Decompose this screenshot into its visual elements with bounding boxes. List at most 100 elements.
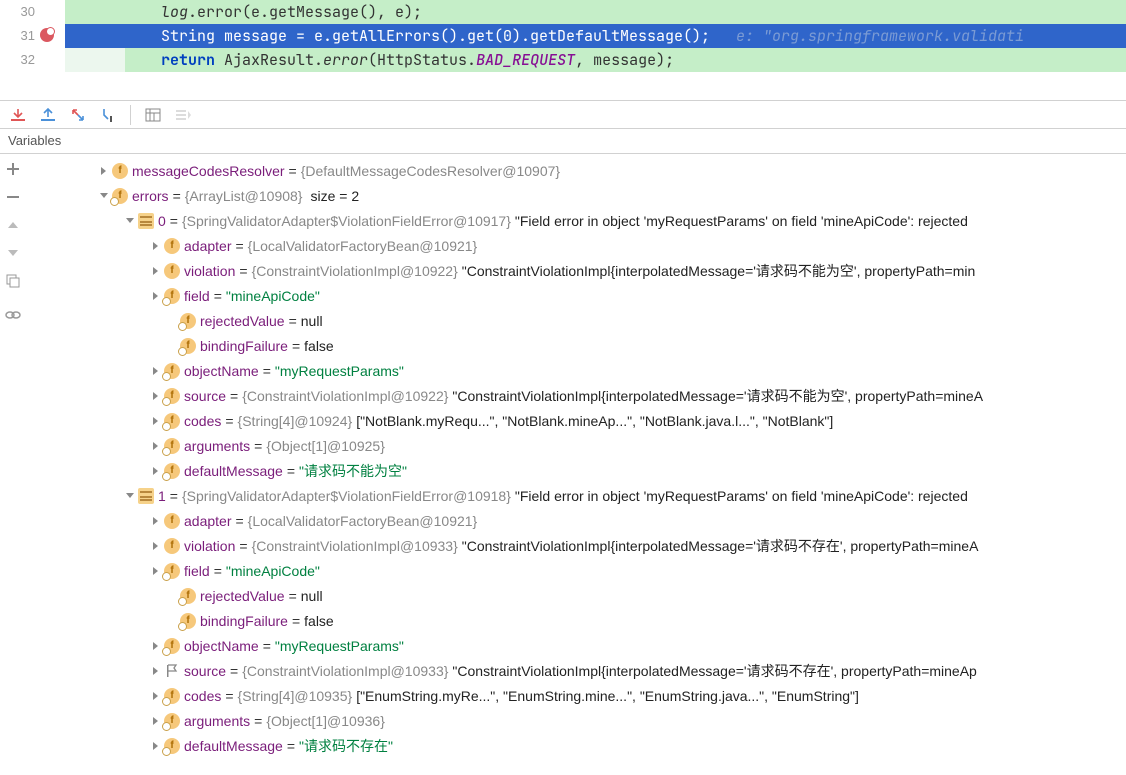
field-icon: f: [164, 288, 180, 304]
tree-node[interactable]: f messageCodesResolver={DefaultMessageCo…: [26, 158, 1126, 183]
tree-node[interactable]: fbindingFailure=false: [26, 608, 1126, 633]
line-number: 30: [0, 0, 65, 24]
expand-icon[interactable]: [148, 263, 164, 279]
tree-node[interactable]: 1={SpringValidatorAdapter$ViolationField…: [26, 483, 1126, 508]
field-icon: f: [180, 338, 196, 354]
debug-toolbar: [0, 100, 1126, 129]
var-value: {ConstraintViolationImpl@10922}: [242, 388, 448, 404]
var-value: "请求码不能为空": [299, 461, 407, 481]
tree-node[interactable]: fviolation={ConstraintViolationImpl@1093…: [26, 533, 1126, 558]
field-icon: f: [164, 463, 180, 479]
var-extra: "ConstraintViolationImpl{interpolatedMes…: [452, 386, 983, 406]
var-value: {ArrayList@10908}: [185, 188, 303, 204]
variables-tree[interactable]: f messageCodesResolver={DefaultMessageCo…: [26, 154, 1126, 774]
tree-node[interactable]: farguments={Object[1]@10936}: [26, 708, 1126, 733]
var-name: defaultMessage: [184, 738, 283, 754]
tree-node[interactable]: frejectedValue=null: [26, 308, 1126, 333]
var-name: field: [184, 288, 210, 304]
trace-current-stream-icon[interactable]: [173, 105, 193, 125]
expand-icon[interactable]: [148, 538, 164, 554]
var-name: messageCodesResolver: [132, 163, 285, 179]
var-value: {String[4]@10924}: [238, 413, 353, 429]
element-icon: [138, 213, 154, 229]
variables-side-gutter: [0, 154, 26, 774]
tree-node[interactable]: fdefaultMessage="请求码不存在": [26, 733, 1126, 758]
tree-node[interactable]: fdefaultMessage="请求码不能为空": [26, 458, 1126, 483]
editor-blank: [0, 72, 1126, 100]
line-number: 32: [0, 48, 65, 72]
var-name: source: [184, 388, 226, 404]
field-icon: f: [164, 363, 180, 379]
var-name: source: [184, 663, 226, 679]
variables-panel: f messageCodesResolver={DefaultMessageCo…: [0, 154, 1126, 774]
field-icon: f: [164, 388, 180, 404]
tree-node[interactable]: source={ConstraintViolationImpl@10933}"C…: [26, 658, 1126, 683]
expand-icon[interactable]: [148, 238, 164, 254]
var-name: codes: [184, 413, 221, 429]
step-out-icon[interactable]: [38, 105, 58, 125]
var-value: false: [304, 338, 334, 354]
breakpoint-icon[interactable]: [40, 28, 54, 42]
tree-node[interactable]: fadapter={LocalValidatorFactoryBean@1092…: [26, 508, 1126, 533]
var-value: {SpringValidatorAdapter$ViolationFieldEr…: [182, 488, 511, 504]
field-icon: f: [164, 238, 180, 254]
var-value: "mineApiCode": [226, 288, 320, 304]
field-icon: f: [180, 313, 196, 329]
expand-icon[interactable]: [148, 513, 164, 529]
inline-hint: e: "org.springframework.validati: [736, 26, 1024, 46]
field-icon: f: [164, 413, 180, 429]
tree-node[interactable]: f errors={ArrayList@10908}size = 2: [26, 183, 1126, 208]
reset-frame-icon[interactable]: [68, 105, 88, 125]
var-extra: "ConstraintViolationImpl{interpolatedMes…: [452, 661, 976, 681]
tree-node[interactable]: fcodes={String[4]@10935}["EnumString.myR…: [26, 683, 1126, 708]
add-watch-icon[interactable]: [4, 160, 22, 178]
var-value: "请求码不存在": [299, 736, 393, 756]
line-number: 31: [0, 24, 65, 48]
field-icon: f: [164, 563, 180, 579]
move-up-icon[interactable]: [4, 216, 22, 234]
run-to-cursor-icon[interactable]: [98, 105, 118, 125]
expand-icon[interactable]: [96, 163, 112, 179]
code-line-30: 30 log.error(e.getMessage(), e);: [0, 0, 1126, 24]
remove-watch-icon[interactable]: [4, 188, 22, 206]
move-down-icon[interactable]: [4, 244, 22, 262]
tree-node[interactable]: fcodes={String[4]@10924}["NotBlank.myReq…: [26, 408, 1126, 433]
var-value: {SpringValidatorAdapter$ViolationFieldEr…: [182, 213, 511, 229]
var-extra: "ConstraintViolationImpl{interpolatedMes…: [462, 261, 976, 281]
var-name: violation: [184, 538, 235, 554]
tree-node[interactable]: fsource={ConstraintViolationImpl@10922}"…: [26, 383, 1126, 408]
code-token: , message);: [575, 50, 674, 70]
tree-node[interactable]: ffield="mineApiCode": [26, 283, 1126, 308]
tree-node[interactable]: fobjectName="myRequestParams": [26, 633, 1126, 658]
tree-node[interactable]: fviolation={ConstraintViolationImpl@1092…: [26, 258, 1126, 283]
field-icon: f: [164, 713, 180, 729]
copy-icon[interactable]: [4, 272, 22, 290]
field-icon: f: [112, 163, 128, 179]
tree-node[interactable]: fobjectName="myRequestParams": [26, 358, 1126, 383]
tree-node[interactable]: frejectedValue=null: [26, 583, 1126, 608]
expand-icon[interactable]: [148, 663, 164, 679]
var-extra: "Field error in object 'myRequestParams'…: [515, 488, 968, 504]
collapse-icon[interactable]: [122, 213, 138, 229]
tree-node[interactable]: fbindingFailure=false: [26, 333, 1126, 358]
code-token: .error(e.getMessage(), e);: [188, 2, 422, 22]
collapse-icon[interactable]: [122, 488, 138, 504]
link-icon[interactable]: [4, 306, 22, 324]
var-name: errors: [132, 188, 169, 204]
field-icon: f: [164, 688, 180, 704]
var-value: {ConstraintViolationImpl@10933}: [242, 663, 448, 679]
var-extra: ["EnumString.myRe...", "EnumString.mine.…: [356, 688, 859, 704]
tree-node[interactable]: ffield="mineApiCode": [26, 558, 1126, 583]
tree-node[interactable]: fadapter={LocalValidatorFactoryBean@1092…: [26, 233, 1126, 258]
tree-node[interactable]: 0={SpringValidatorAdapter$ViolationField…: [26, 208, 1126, 233]
tree-node[interactable]: farguments={Object[1]@10925}: [26, 433, 1126, 458]
code-editor[interactable]: 30 log.error(e.getMessage(), e); 31 Stri…: [0, 0, 1126, 100]
field-icon: f: [164, 438, 180, 454]
var-extra: ["NotBlank.myRequ...", "NotBlank.mineAp.…: [356, 413, 833, 429]
var-value: {String[4]@10935}: [238, 688, 353, 704]
step-into-icon[interactable]: [8, 105, 28, 125]
var-name: arguments: [184, 438, 250, 454]
var-extra: "Field error in object 'myRequestParams'…: [515, 213, 968, 229]
var-value: {LocalValidatorFactoryBean@10921}: [248, 513, 478, 529]
evaluate-expression-icon[interactable]: [143, 105, 163, 125]
